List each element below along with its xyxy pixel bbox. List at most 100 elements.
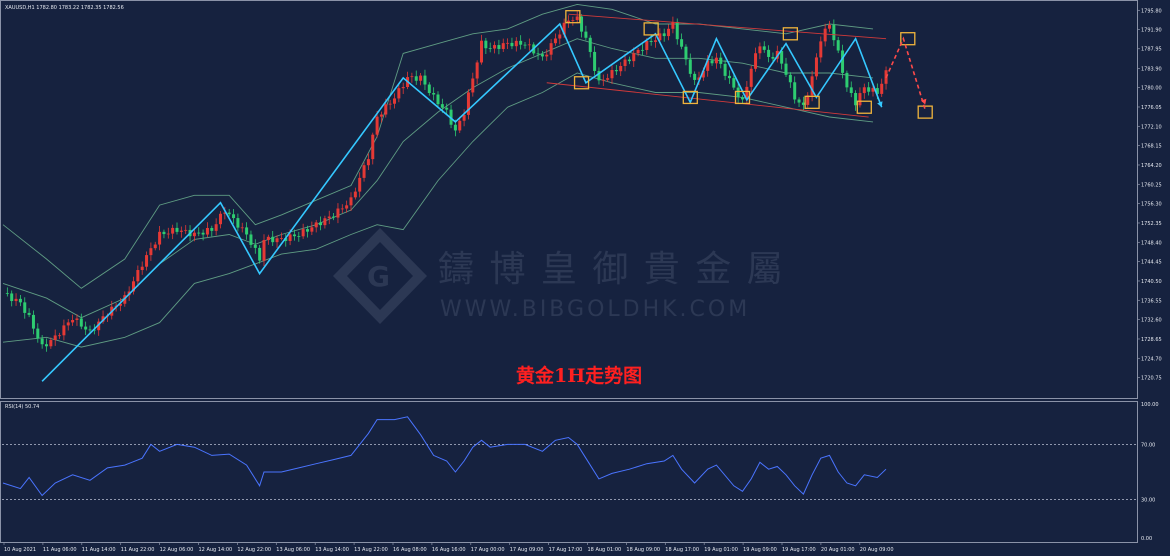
time-tick-label: 18 Aug 01:00 xyxy=(588,547,622,553)
time-tick-label: 13 Aug 14:00 xyxy=(315,547,349,553)
candle-body xyxy=(684,46,688,60)
candle-body xyxy=(797,99,801,103)
time-tick-label: 20 Aug 09:00 xyxy=(860,547,894,553)
candle-body xyxy=(519,40,523,45)
candle-body xyxy=(640,49,644,51)
candle-body xyxy=(410,76,414,78)
candle-body xyxy=(558,34,562,39)
candle-body xyxy=(680,39,684,47)
candle-body xyxy=(214,224,218,231)
candle-body xyxy=(553,38,557,44)
watermark-url: WWW.BIBGOLDHK.COM xyxy=(440,297,750,322)
time-tick-label: 19 Aug 17:00 xyxy=(782,547,816,553)
candle-body xyxy=(66,322,70,326)
candle-body xyxy=(210,227,214,231)
candle-body xyxy=(205,227,209,235)
watermark-chinese: 鑄 博 皇 御 貴 金 屬 xyxy=(438,249,785,290)
candle-body xyxy=(158,231,162,245)
candle-body xyxy=(523,44,527,46)
candle-body xyxy=(319,222,323,226)
candle-body xyxy=(823,28,827,42)
price-tick-label: 1787.95 xyxy=(1141,47,1162,53)
candle-body xyxy=(736,87,740,98)
candle-body xyxy=(297,236,301,237)
candle-body xyxy=(62,325,66,336)
candle-body xyxy=(471,78,475,93)
candle-body xyxy=(145,255,149,267)
candle-body xyxy=(179,230,183,232)
candle-body xyxy=(271,236,275,243)
price-tick-label: 1776.05 xyxy=(1141,105,1162,111)
candle-body xyxy=(836,40,840,51)
candle-body xyxy=(627,59,631,62)
candle-body xyxy=(340,208,344,210)
time-tick-label: 11 Aug 22:00 xyxy=(121,547,155,553)
candle-body xyxy=(771,56,775,59)
candle-body xyxy=(623,59,627,66)
price-tick-label: 1748.40 xyxy=(1141,240,1162,246)
candle-body xyxy=(493,45,497,49)
candle-body xyxy=(780,50,784,64)
chart-canvas: G 鑄 博 皇 御 貴 金 屬 WWW.BIBGOLDHK.COM 1795.8… xyxy=(0,0,1170,556)
candle-body xyxy=(458,120,462,131)
candle-body xyxy=(862,87,866,94)
time-tick-label: 19 Aug 01:00 xyxy=(704,547,738,553)
candle-body xyxy=(375,116,379,135)
candle-body xyxy=(754,53,758,69)
price-tick-label: 1744.45 xyxy=(1141,260,1162,266)
candle-body xyxy=(767,49,771,57)
time-tick-label: 12 Aug 14:00 xyxy=(199,547,233,553)
candle-body xyxy=(201,232,205,235)
candle-body xyxy=(849,87,853,93)
candle-body xyxy=(858,93,862,106)
candle-body xyxy=(423,75,427,85)
candle-body xyxy=(358,177,362,192)
candle-body xyxy=(841,50,845,73)
candle-body xyxy=(323,218,327,226)
time-tick-label: 10 Aug 2021 xyxy=(4,547,36,553)
candle-body xyxy=(714,57,718,64)
candle-body xyxy=(384,104,388,115)
candle-body xyxy=(149,248,153,256)
candle-body xyxy=(192,232,196,237)
candle-body xyxy=(475,62,479,79)
candle-body xyxy=(245,227,249,235)
price-tick-label: 1760.25 xyxy=(1141,182,1162,188)
candle-body xyxy=(727,75,731,79)
candle-body xyxy=(362,165,366,178)
rsi-header: RSI(14) 50.74 xyxy=(5,404,39,410)
time-tick-label: 12 Aug 06:00 xyxy=(160,547,194,553)
candle-body xyxy=(197,232,201,234)
price-tick-label: 1795.80 xyxy=(1141,8,1162,14)
candle-body xyxy=(432,93,436,95)
candle-body xyxy=(536,53,540,55)
price-tick-label: 1772.10 xyxy=(1141,124,1162,130)
candle-body xyxy=(828,24,831,29)
candle-body xyxy=(793,82,797,100)
candle-body xyxy=(414,76,418,81)
rsi-tick-label: 0.00 xyxy=(1141,536,1152,542)
candle-body xyxy=(292,234,296,237)
candle-body xyxy=(227,212,231,215)
candle-body xyxy=(510,42,514,47)
candle-body xyxy=(236,218,240,228)
candle-body xyxy=(10,293,14,302)
time-tick-label: 16 Aug 08:00 xyxy=(393,547,427,553)
candle-body xyxy=(327,216,331,219)
price-tick-label: 1732.60 xyxy=(1141,318,1162,324)
candle-body xyxy=(445,107,449,110)
rsi-tick-label: 70.00 xyxy=(1141,442,1155,448)
candle-body xyxy=(575,16,579,20)
candle-body xyxy=(31,314,35,329)
candle-body xyxy=(310,227,314,232)
candle-body xyxy=(719,57,723,64)
candle-body xyxy=(153,244,157,249)
candle-body xyxy=(632,53,636,62)
candle-body xyxy=(314,222,318,228)
candle-body xyxy=(749,68,753,87)
candle-body xyxy=(332,216,336,218)
candle-body xyxy=(784,63,788,75)
time-tick-label: 18 Aug 09:00 xyxy=(626,547,660,553)
candle-body xyxy=(880,83,884,94)
candle-body xyxy=(545,54,549,57)
